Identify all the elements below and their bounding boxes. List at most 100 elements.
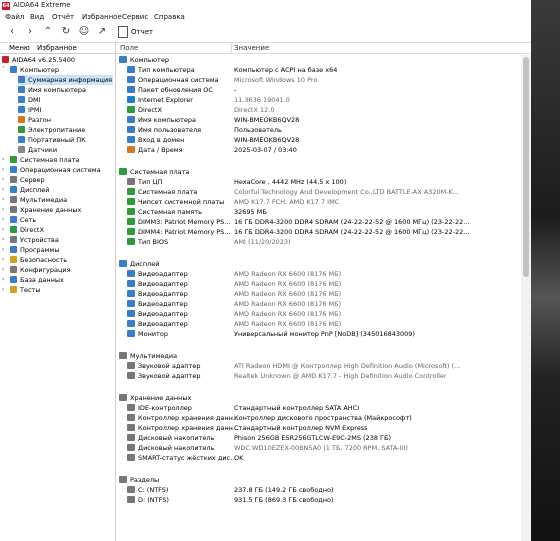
tree-item[interactable]: Имя компьютера [18, 85, 86, 95]
tree-item[interactable]: › Хранение данных [2, 205, 81, 215]
tree-item-label: Электропитание [28, 126, 86, 134]
menu-favorites[interactable]: Избранное [82, 13, 122, 21]
expand-icon[interactable]: › [2, 205, 4, 215]
tree-item[interactable]: Суммарная информация [18, 75, 113, 85]
table-row[interactable]: Операционная система Microsoft Windows 10… [116, 75, 516, 85]
tree-item[interactable]: › Дисплей [2, 185, 50, 195]
forward-icon[interactable]: › [24, 26, 36, 38]
field-cell: Вход в домен [138, 136, 185, 144]
tab-menu[interactable]: Меню [9, 44, 30, 52]
tree-item-label: Системная плата [20, 156, 80, 164]
os-icon [127, 76, 135, 83]
table-row[interactable]: Тип BIOS AMI (11/20/2023) [116, 237, 516, 247]
expand-icon[interactable]: › [2, 235, 4, 245]
tree-item[interactable]: IPMI [18, 105, 41, 115]
section-header: Системная плата [116, 167, 516, 177]
table-row[interactable]: D: (NTFS) 931.5 ГБ (869.3 ГБ свободно) [116, 495, 516, 505]
expand-icon[interactable]: › [2, 225, 4, 235]
tree-item[interactable]: ˅ Компьютер [2, 65, 59, 75]
chart-icon[interactable]: ↗ [96, 26, 108, 38]
table-row[interactable]: Тип ЦП HexaCore , 4442 MHz (44.5 x 100) [116, 177, 516, 187]
tree-item[interactable]: Электропитание [18, 125, 85, 135]
table-row[interactable]: IDE-контроллер Стандартный контроллер SAT… [116, 403, 516, 413]
table-row[interactable]: Пакет обновления ОС - [116, 85, 516, 95]
expand-icon[interactable]: › [2, 275, 4, 285]
menu-report[interactable]: Отчёт [52, 13, 74, 21]
tree-item[interactable]: › Устройства [2, 235, 59, 245]
table-row[interactable]: DIMM4: Patriot Memory PS... 16 ГБ DDR4-32… [116, 227, 516, 237]
expand-icon[interactable]: › [2, 245, 4, 255]
monitor-icon [127, 330, 135, 337]
expand-icon[interactable]: › [2, 165, 4, 175]
table-row[interactable]: DirectX DirectX 12.0 [116, 105, 516, 115]
expand-icon[interactable]: › [2, 185, 4, 195]
expand-icon[interactable]: › [2, 285, 4, 295]
tree-item[interactable]: › DirectX [2, 225, 44, 235]
menu-help[interactable]: Справка [154, 13, 185, 21]
report-button[interactable]: Отчет [118, 25, 153, 39]
tree-item[interactable]: › Системная плата [2, 155, 80, 165]
table-row[interactable]: SMART-статус жёстких дис... OK [116, 453, 516, 463]
tab-favorites[interactable]: Избранное [37, 44, 77, 52]
scrollbar-thumb[interactable] [523, 57, 529, 277]
table-row[interactable]: Системная плата Colorful Technology And D… [116, 187, 516, 197]
table-row[interactable]: Дисковый накопитель Phison 256GB ESR256GT… [116, 433, 516, 443]
table-row[interactable]: Имя пользователя Пользователь [116, 125, 516, 135]
tree-item[interactable]: › Сервер [2, 175, 45, 185]
vertical-scrollbar[interactable] [521, 55, 531, 541]
table-row[interactable]: Звуковой адаптер Realtek Unknown @ AMD K1… [116, 371, 516, 381]
tree-item[interactable]: › Программы [2, 245, 59, 255]
table-row[interactable]: Видеоадаптер AMD Radeon RX 6600 (8176 МБ) [116, 299, 516, 309]
table-row[interactable]: Дата / Время 2025-03-07 / 03:40 [116, 145, 516, 155]
expand-icon[interactable]: › [2, 265, 4, 275]
table-row[interactable]: DIMM3: Patriot Memory PS... 16 ГБ DDR4-32… [116, 217, 516, 227]
tree-item[interactable]: › База данных [2, 275, 64, 285]
tree-item[interactable]: › Операционная система [2, 165, 101, 175]
table-row[interactable]: Дисковый накопитель WDC WD10EZEX-00BN5A0 … [116, 443, 516, 453]
user-icon[interactable]: ☺ [78, 26, 90, 38]
tree-item[interactable]: DMI [18, 95, 41, 105]
table-row[interactable]: Видеоадаптер AMD Radeon RX 6600 (8176 МБ) [116, 319, 516, 329]
refresh-icon[interactable]: ↻ [60, 26, 72, 38]
collapse-icon[interactable]: ˅ [2, 65, 5, 75]
table-row[interactable]: Internet Explorer 11.3636.19041.0 [116, 95, 516, 105]
expand-icon[interactable]: › [2, 255, 4, 265]
table-row[interactable]: Контроллер хранения данн... Контроллер ди… [116, 413, 516, 423]
table-row[interactable]: Имя компьютера WIN-BMEOKB6QV28 [116, 115, 516, 125]
table-row[interactable]: Вход в домен WIN-BMEOKB6QV28 [116, 135, 516, 145]
tree-item[interactable]: › Конфигурация [2, 265, 71, 275]
table-row[interactable]: Видеоадаптер AMD Radeon RX 6600 (8176 МБ) [116, 289, 516, 299]
sidebar-tabs: Меню Избранное [0, 42, 115, 54]
menu-tools[interactable]: Сервис [122, 13, 148, 21]
menu-view[interactable]: Вид [30, 13, 44, 21]
tree-item-label: Операционная система [20, 166, 101, 174]
tree-item[interactable]: › Безопасность [2, 255, 67, 265]
menu-file[interactable]: Файл [5, 13, 24, 21]
table-row[interactable]: Тип компьютера Компьютер с ACPI на базе x… [116, 65, 516, 75]
table-row[interactable]: Звуковой адаптер ATI Radeon HDMI @ Контро… [116, 361, 516, 371]
expand-icon[interactable]: › [2, 175, 4, 185]
tree-item[interactable]: › Тесты [2, 285, 40, 295]
table-row[interactable]: Монитор Универсальный монитор PnP [NoDB] … [116, 329, 516, 339]
table-row[interactable]: Видеоадаптер AMD Radeon RX 6600 (8176 МБ) [116, 279, 516, 289]
column-separator[interactable] [231, 42, 232, 53]
tree-item[interactable]: › Сеть [2, 215, 36, 225]
column-field[interactable]: Поле [120, 44, 138, 52]
table-row[interactable]: C: (NTFS) 237.8 ГБ (149.2 ГБ свободно) [116, 485, 516, 495]
tree-item[interactable]: AIDA64 v6.25.5400 [2, 55, 75, 65]
table-row[interactable]: Контроллер хранения данн... Стандартный к… [116, 423, 516, 433]
tree-item[interactable]: Разгон [18, 115, 51, 125]
table-row[interactable]: Видеоадаптер AMD Radeon RX 6600 (8176 МБ) [116, 269, 516, 279]
table-row[interactable]: Чипсет системной платы AMD K17.7 FCH, AMD… [116, 197, 516, 207]
tree-item[interactable]: Портативный ПК [18, 135, 86, 145]
expand-icon[interactable]: › [2, 155, 4, 165]
expand-icon[interactable]: › [2, 195, 4, 205]
column-value[interactable]: Значение [234, 44, 269, 52]
table-row[interactable]: Видеоадаптер AMD Radeon RX 6600 (8176 МБ) [116, 309, 516, 319]
up-icon[interactable]: ⌃ [42, 26, 54, 38]
table-row[interactable]: Системная память 32695 МБ [116, 207, 516, 217]
expand-icon[interactable]: › [2, 215, 4, 225]
tree-item[interactable]: › Мультимедиа [2, 195, 67, 205]
tree-item[interactable]: Датчики [18, 145, 57, 155]
back-icon[interactable]: ‹ [6, 26, 18, 38]
